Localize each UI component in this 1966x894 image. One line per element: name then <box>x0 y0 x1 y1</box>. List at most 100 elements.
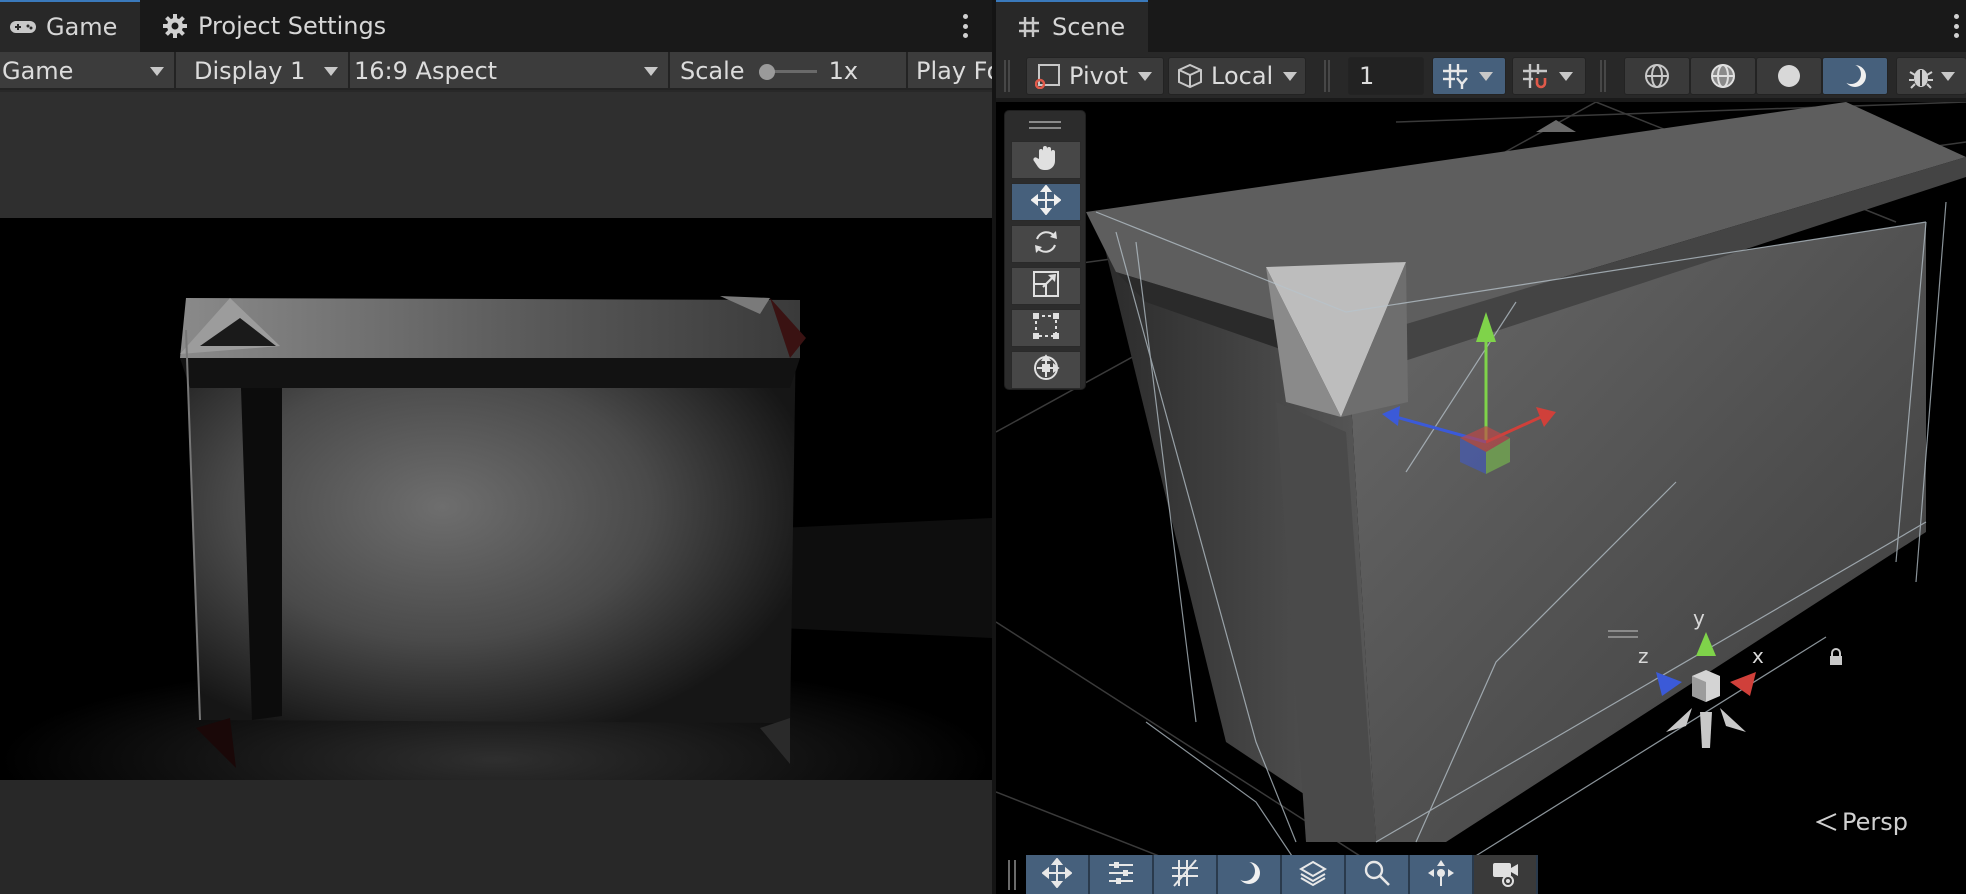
projection-label: Persp <box>1842 808 1908 836</box>
grid-snapping-toggle[interactable] <box>1432 57 1506 95</box>
chevron-down-icon <box>150 67 164 76</box>
scene-viewport[interactable]: y x z <box>996 102 1966 894</box>
tools-overlay <box>1004 110 1086 390</box>
pivot-label: Pivot <box>1069 62 1128 90</box>
local-space-icon <box>1177 63 1203 89</box>
increment-snapping-toggle[interactable] <box>1512 57 1586 95</box>
game-view-dropdown[interactable]: Game <box>0 52 176 90</box>
tab-scene[interactable]: Scene <box>996 0 1148 52</box>
lit-sphere-icon <box>1841 62 1869 90</box>
display-dropdown[interactable]: Display 1 <box>176 52 350 90</box>
pivot-icon <box>1035 63 1061 89</box>
overlay-handle-icon[interactable] <box>1608 630 1638 638</box>
search-icon <box>1362 858 1392 892</box>
shaded-wireframe-button[interactable] <box>1690 57 1756 95</box>
rect-transform-icon <box>1031 311 1061 345</box>
lock-icon[interactable] <box>1828 648 1844 670</box>
space-label: Local <box>1211 62 1274 90</box>
rotate-icon <box>1031 227 1061 261</box>
tab-project-settings[interactable]: Project Settings <box>160 0 400 52</box>
chevron-down-icon <box>1559 71 1573 81</box>
aspect-label: 16:9 Aspect <box>354 57 498 85</box>
display-label: Display 1 <box>194 57 306 85</box>
move-tool-button[interactable] <box>1011 183 1081 221</box>
layers-overlay-button[interactable] <box>1282 855 1346 894</box>
aspect-dropdown[interactable]: 16:9 Aspect <box>350 52 670 90</box>
solid-sphere-icon <box>1775 62 1803 90</box>
scale-slider-handle[interactable] <box>758 64 775 80</box>
camera-icon <box>1490 858 1520 892</box>
transform-icon <box>1031 353 1061 387</box>
gamepad-icon <box>8 12 38 42</box>
toolbar-grip[interactable] <box>1004 60 1010 92</box>
grid-slash-icon <box>1170 858 1200 892</box>
hand-tool-button[interactable] <box>1011 141 1081 179</box>
persp-icon <box>1816 812 1838 832</box>
tab-project-settings-label: Project Settings <box>198 12 387 40</box>
game-render-view[interactable] <box>0 218 992 780</box>
gizmo-z-label[interactable]: z <box>1638 644 1649 668</box>
scale-icon <box>1031 269 1061 303</box>
lighting-overlay-button[interactable] <box>1218 855 1282 894</box>
scale-control: Scale 1x <box>670 52 908 90</box>
toolbar-separator <box>1324 60 1330 92</box>
bottom-overlay-grip[interactable] <box>1008 860 1016 890</box>
chevron-down-icon <box>324 67 338 76</box>
wireframe-sphere-icon <box>1643 62 1671 90</box>
sliders-icon <box>1106 858 1136 892</box>
rotate-tool-button[interactable] <box>1011 225 1081 263</box>
move-overlay-button[interactable] <box>1026 855 1090 894</box>
grid-size-value: 1 <box>1359 62 1375 90</box>
space-dropdown[interactable]: Local <box>1168 57 1306 95</box>
game-view-label: Game <box>2 57 74 85</box>
chevron-down-icon <box>1479 71 1493 81</box>
grid-overlay-button[interactable] <box>1154 855 1218 894</box>
camera-overlay-button[interactable] <box>1474 855 1538 894</box>
pivot-dropdown[interactable]: Pivot <box>1026 57 1164 95</box>
scene-tabstrip: Scene <box>996 0 1966 52</box>
overlay-drag-handle[interactable] <box>1029 121 1061 129</box>
snap-magnet-icon <box>1521 62 1549 90</box>
chevron-down-icon <box>1137 71 1152 81</box>
scale-value: 1x <box>828 57 859 85</box>
unlit-shading-button[interactable] <box>1756 57 1822 95</box>
bug-icon <box>1907 62 1935 90</box>
toolbar-separator <box>1600 60 1606 92</box>
search-overlay-button[interactable] <box>1346 855 1410 894</box>
scale-slider[interactable] <box>758 64 817 80</box>
tab-game-label: Game <box>46 13 118 41</box>
game-tabstrip: Game Project Settings <box>0 0 992 52</box>
scale-tool-button[interactable] <box>1011 267 1081 305</box>
tab-game[interactable]: Game <box>0 0 140 52</box>
layers-icon <box>1298 858 1328 892</box>
navigation-overlay-button[interactable] <box>1410 855 1474 894</box>
game-panel: Game Project Settings Game Display 1 16:… <box>0 0 992 894</box>
chevron-down-icon <box>1941 71 1955 81</box>
tab-scene-label: Scene <box>1052 13 1126 41</box>
rect-tool-button[interactable] <box>1011 309 1081 347</box>
scene-panel-menu-icon[interactable] <box>1946 12 1966 40</box>
orientation-gizmo[interactable]: y x z <box>1636 606 1776 752</box>
grid-snap-icon <box>1441 62 1469 90</box>
move-arrows-icon <box>1030 184 1062 219</box>
debug-draw-dropdown[interactable] <box>1896 57 1966 95</box>
gizmo-y-label[interactable]: y <box>1693 606 1705 630</box>
wireframe-shading-button[interactable] <box>1624 57 1690 95</box>
lit-sphere-icon <box>1234 858 1264 892</box>
game-toolbar: Game Display 1 16:9 Aspect Scale 1x Play… <box>0 52 992 90</box>
game-panel-menu-icon[interactable] <box>955 12 975 40</box>
gizmo-x-label[interactable]: x <box>1752 644 1764 668</box>
projection-toggle[interactable]: Persp <box>1816 808 1908 836</box>
bottom-overlay-toolbar <box>1026 855 1538 894</box>
nav-arrows-icon <box>1426 858 1456 892</box>
scene-toolbar: Pivot Local 1 <box>996 52 1966 100</box>
grid-size-field[interactable]: 1 <box>1348 57 1424 95</box>
play-focus-dropdown[interactable]: Play Fo <box>908 52 992 90</box>
transform-tool-button[interactable] <box>1011 351 1081 389</box>
game-letterbox-bottom <box>0 780 992 894</box>
gear-icon <box>160 11 190 41</box>
sliders-overlay-button[interactable] <box>1090 855 1154 894</box>
lit-shading-button[interactable] <box>1822 57 1888 95</box>
chevron-down-icon <box>1283 71 1298 81</box>
scene-panel: Scene Pivot Local 1 y x z <box>996 0 1966 894</box>
